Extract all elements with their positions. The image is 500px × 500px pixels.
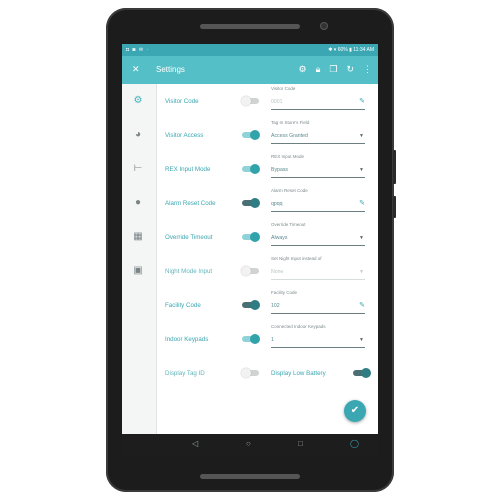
display-low-battery-toggle[interactable] xyxy=(353,368,371,378)
app-bar: ✕ Settings ⚙ 🔒︎ ❐ ↻ ⋮ xyxy=(122,56,378,84)
refresh-icon[interactable]: ↻ xyxy=(346,64,354,75)
visitor-code-field[interactable]: Visitor Code 0001 ✎ xyxy=(271,86,365,114)
facility-code-toggle[interactable] xyxy=(242,300,260,310)
setting-label: Display Tag ID xyxy=(165,370,205,377)
check-icon: ✔ xyxy=(350,405,360,416)
override-timeout-dropdown[interactable]: Override Timeout Always ▼ xyxy=(271,222,365,250)
setting-label: Visitor Code xyxy=(165,98,199,105)
dropdown-arrow-icon: ▼ xyxy=(359,133,364,139)
pencil-icon[interactable]: ✎ xyxy=(359,301,365,309)
alarm-reset-code-field[interactable]: Alarm Reset Code qpqq ✎ xyxy=(271,188,365,216)
setting-row-indoor-keypads: Indoor Keypads Connected Indoor Keypads … xyxy=(157,322,378,356)
field-label: Connected Indoor Keypads xyxy=(271,324,326,329)
setting-label: REX Input Mode xyxy=(165,166,211,173)
setting-row-alarm-reset-code: Alarm Reset Code Alarm Reset Code qpqq ✎ xyxy=(157,186,378,220)
setting-row-night-mode-input: Night Mode Input Set Night Input instead… xyxy=(157,254,378,288)
gear-icon[interactable]: ⚙ xyxy=(299,64,307,75)
field-label: Override Timeout xyxy=(271,222,306,227)
palette-icon[interactable]: ◕ xyxy=(131,128,145,142)
field-value: Access Granted xyxy=(271,133,308,139)
pencil-icon[interactable]: ✎ xyxy=(359,97,365,105)
display-tag-id-toggle[interactable] xyxy=(241,368,259,378)
app-bar-actions: ⚙ 🔒︎ ❐ ↻ ⋮ xyxy=(299,64,373,75)
setting-row-display-tag-id: Display Tag ID Display Low Battery xyxy=(157,356,378,390)
lock-icon[interactable]: 🔒︎ xyxy=(316,64,321,75)
tag-in-stores-field-dropdown[interactable]: Tag In Store's Field Access Granted ▼ xyxy=(271,120,365,148)
pencil-icon[interactable]: ✎ xyxy=(359,199,365,207)
setting-label: Visitor Access xyxy=(165,132,204,139)
setting-label: Alarm Reset Code xyxy=(165,200,216,207)
setting-row-facility-code: Facility Code Facility Code 102 ✎ xyxy=(157,288,378,322)
home-icon[interactable]: ○ xyxy=(246,439,251,448)
override-timeout-toggle[interactable] xyxy=(242,232,260,242)
connected-indoor-keypads-dropdown[interactable]: Connected Indoor Keypads 1 ▼ xyxy=(271,324,365,352)
setting-row-override-timeout: Override Timeout Override Timeout Always… xyxy=(157,220,378,254)
field-label: Facility Code xyxy=(271,290,298,295)
bottom-speaker xyxy=(200,474,300,479)
settings-content: Visitor Code Visitor Code 0001 ✎ Visitor… xyxy=(157,84,378,456)
side-rail: ⚙ ◕ ⊢ ● ▦ ▣ xyxy=(122,84,157,456)
back-icon[interactable]: ◁ xyxy=(192,439,198,448)
visitor-code-toggle[interactable] xyxy=(241,96,259,106)
status-bar: ◘ ◙ ✉ · ✱ ▾ 60% ▮ 11:34 AM xyxy=(122,44,378,56)
volume-button xyxy=(393,150,396,184)
field-label: Visitor Code xyxy=(271,86,296,91)
dropdown-arrow-icon: ▼ xyxy=(359,269,364,275)
power-button xyxy=(393,196,396,218)
display-low-battery-label: Display Low Battery xyxy=(271,370,326,377)
field-label: REX Input Mode xyxy=(271,154,305,159)
setting-label: Indoor Keypads xyxy=(165,336,209,343)
tree-icon[interactable]: ⊢ xyxy=(131,162,145,176)
field-value: Bypass xyxy=(271,167,289,173)
android-nav-bar: ◁ ○ □ ◯ xyxy=(122,434,378,456)
field-value: 0001 xyxy=(271,99,283,105)
setting-row-rex-input-mode: REX Input Mode REX Input Mode Bypass ▼ xyxy=(157,152,378,186)
indoor-keypads-toggle[interactable] xyxy=(242,334,260,344)
recents-icon[interactable]: □ xyxy=(298,439,303,448)
rex-input-mode-dropdown[interactable]: REX Input Mode Bypass ▼ xyxy=(271,154,365,182)
save-check-button[interactable]: ✔ xyxy=(344,400,366,422)
field-label: Alarm Reset Code xyxy=(271,188,308,193)
field-value: None xyxy=(271,269,284,275)
badge-icon[interactable]: ▣ xyxy=(131,264,145,278)
top-speaker xyxy=(200,24,300,29)
alarm-reset-code-toggle[interactable] xyxy=(242,198,260,208)
front-camera xyxy=(320,22,328,30)
field-value: Always xyxy=(271,235,288,241)
setting-label: Override Timeout xyxy=(165,234,213,241)
person-icon[interactable]: ● xyxy=(131,196,145,210)
night-input-dropdown[interactable]: Set Night Input instead of None ▼ xyxy=(271,256,365,284)
rex-input-mode-toggle[interactable] xyxy=(242,164,260,174)
field-value: 1 xyxy=(271,337,274,343)
facility-code-field[interactable]: Facility Code 102 ✎ xyxy=(271,290,365,318)
dropdown-arrow-icon: ▼ xyxy=(359,337,364,343)
setting-row-visitor-access: Visitor Access Tag In Store's Field Acce… xyxy=(157,118,378,152)
dropdown-arrow-icon: ▼ xyxy=(359,167,364,173)
setting-label: Night Mode Input xyxy=(165,268,213,275)
copy-icon[interactable]: ❐ xyxy=(329,64,337,75)
status-left-icons: ◘ ◙ ✉ · xyxy=(126,47,150,53)
calendar-icon[interactable]: ▦ xyxy=(131,230,145,244)
more-vert-icon[interactable]: ⋮ xyxy=(363,64,372,75)
setting-label: Facility Code xyxy=(165,302,201,309)
status-right-text: ✱ ▾ 60% ▮ 11:34 AM xyxy=(328,47,374,53)
close-icon[interactable]: ✕ xyxy=(132,64,140,75)
screen: ◘ ◙ ✉ · ✱ ▾ 60% ▮ 11:34 AM ✕ Settings ⚙ … xyxy=(122,44,378,456)
assistant-icon[interactable]: ◯ xyxy=(350,439,359,448)
visitor-access-toggle[interactable] xyxy=(242,130,260,140)
setting-row-visitor-code: Visitor Code Visitor Code 0001 ✎ xyxy=(157,84,378,118)
page-title: Settings xyxy=(156,65,185,74)
dropdown-arrow-icon: ▼ xyxy=(359,235,364,241)
field-label: Tag In Store's Field xyxy=(271,120,310,125)
field-value: qpqq xyxy=(271,201,283,207)
field-value: 102 xyxy=(271,303,280,309)
gear-icon[interactable]: ⚙ xyxy=(131,94,145,108)
night-mode-input-toggle[interactable] xyxy=(241,266,259,276)
field-label: Set Night Input instead of xyxy=(271,256,322,261)
